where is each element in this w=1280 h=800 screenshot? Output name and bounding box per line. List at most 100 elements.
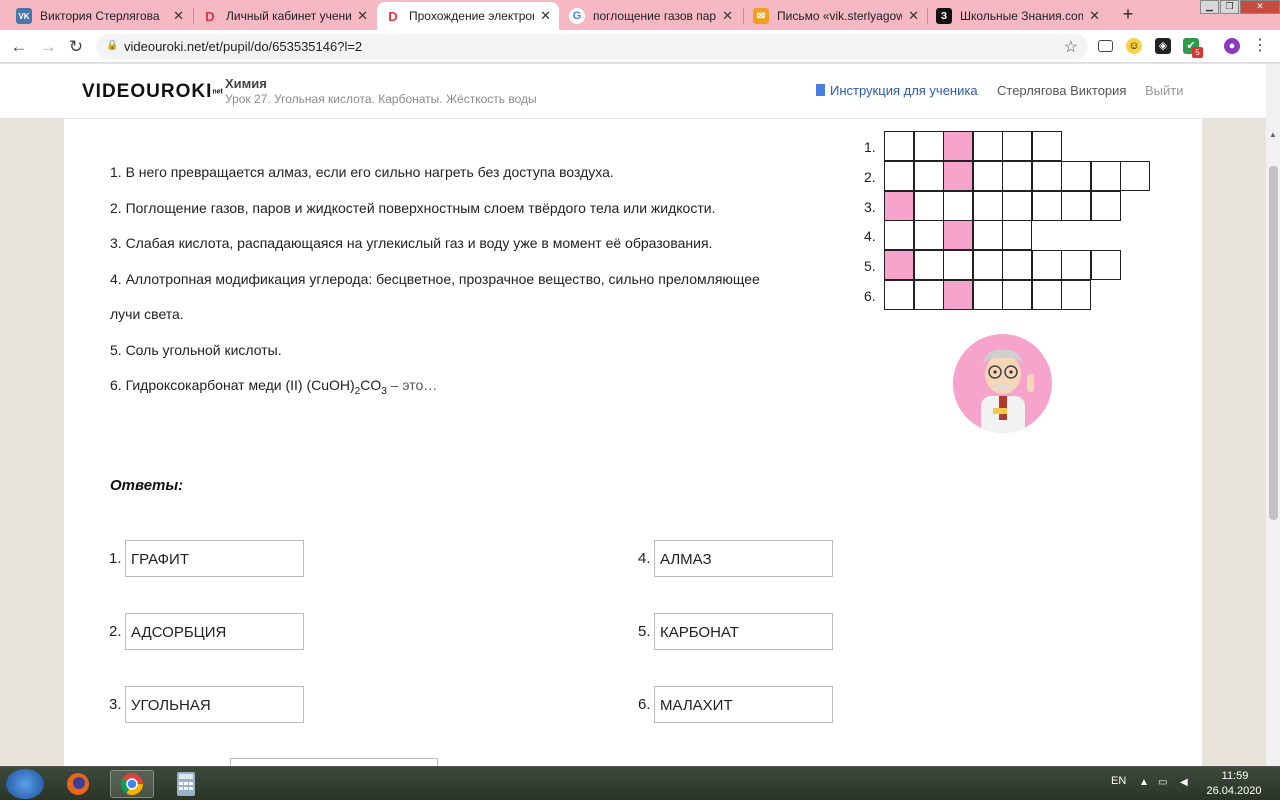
star-icon[interactable]: ☆ [1064,37,1078,57]
chrome-icon [121,773,143,795]
scroll-up-icon[interactable]: ▲ [1269,130,1277,139]
close-icon[interactable]: ✕ [173,8,184,24]
restore-button[interactable]: ❐ [1220,0,1239,14]
firefox-taskbar-icon[interactable] [56,770,100,798]
forward-arrow-icon[interactable]: → [37,36,59,58]
tab-active[interactable]: D Прохождение электронн ✕ [377,2,559,30]
answer-input-6[interactable]: МАЛАХИТ [654,686,833,723]
new-tab-button[interactable]: + [1116,4,1140,26]
answer-input-1[interactable]: ГРАФИТ [125,540,304,577]
clock-time[interactable]: 11:59 [1210,770,1260,782]
start-button[interactable] [6,769,44,799]
menu-dots-icon[interactable]: ⋮ [1252,38,1268,54]
answer-number: 6. [638,696,651,713]
close-icon[interactable]: ✕ [908,8,919,24]
calculator-taskbar-icon[interactable] [164,770,208,798]
answer-input-2[interactable]: АДСОРБЦИЯ [125,613,304,650]
crossword-cell [972,160,1003,191]
crossword-cell [884,131,914,161]
crossword-cell [1031,280,1062,310]
crossword-cell [913,160,944,191]
answer-input-5[interactable]: КАРБОНАТ [654,613,833,650]
answer-input-3[interactable]: УГОЛЬНАЯ [125,686,304,723]
crossword-cell [1031,250,1062,281]
crossword-cell [943,190,973,221]
crossword-cell [1031,131,1062,161]
answers-title: Ответы: [110,477,184,494]
crossword-row-number: 6. [864,288,876,304]
firefox-icon [67,773,89,795]
subject-title: Химия [225,76,267,91]
cast-icon[interactable] [1098,40,1113,52]
tab[interactable]: ✉ Письмо «vik.sterlyagowa2 ✕ [745,2,927,30]
crossword-cell [1061,190,1091,221]
instruction-link[interactable]: Инструкция для ученика [816,83,978,98]
tab-title: Школьные Знания.com - [960,9,1084,23]
crossword-row-number: 3. [864,198,876,215]
q6-prefix: 6. Гидроксокарбонат меди (II) (CuOH) [110,377,355,393]
znanija-icon: З [936,8,952,24]
crossword-cell [1090,250,1121,281]
crossword-cell [1031,160,1062,191]
tab[interactable]: G поглощение газов паров ✕ [561,2,741,30]
site-logo[interactable]: VIDEOUROKInet [82,81,223,103]
crossword-key-cell [943,220,973,251]
mail-icon: ✉ [753,8,769,24]
emoji-extension-icon[interactable]: ☺ [1126,38,1142,54]
answer-number: 3. [109,696,122,713]
crossword-cell [1090,190,1121,221]
user-name[interactable]: Стерлягова Виктория [997,83,1126,98]
question-5: 5. Соль угольной кислоты. [110,342,282,358]
logout-link[interactable]: Выйти [1145,83,1184,98]
scrollbar[interactable]: ▲ [1266,64,1280,766]
tab[interactable]: VK Виктория Стерлягова ✕ [8,2,192,30]
crossword-cell [972,280,1003,310]
crossword-cell [943,250,973,281]
address-bar[interactable]: 🔒 videouroki.net/et/pupil/do/653535146?l… [96,34,1088,59]
close-icon[interactable]: ✕ [357,8,368,24]
profile-avatar[interactable]: ● [1224,38,1240,54]
close-icon[interactable]: ✕ [722,8,733,24]
videouroki-icon: D [388,8,398,24]
lesson-title: Урок 27. Угольная кислота. Карбонаты. Жё… [225,92,537,106]
crossword-row-number: 5. [864,258,876,275]
crossword-cell [972,250,1003,281]
document-icon [816,84,825,96]
volume-icon[interactable]: ◀ [1180,777,1192,789]
logo-suffix: net [212,88,223,96]
next-answer-field-partial[interactable] [230,758,438,766]
answer-number: 2. [109,623,122,640]
crossword-cell [884,280,914,310]
tab-separator [743,8,744,24]
tab[interactable]: З Школьные Знания.com - ✕ [928,2,1108,30]
question-3: 3. Слабая кислота, распадающаяся на угле… [110,235,713,251]
clock-date[interactable]: 26.04.2020 [1206,785,1262,797]
close-window-button[interactable]: ✕ [1240,0,1280,14]
answer-number: 5. [638,623,651,640]
scrollbar-thumb[interactable] [1269,166,1278,520]
browser-toolbar: ← → ↻ 🔒 videouroki.net/et/pupil/do/65353… [0,30,1280,63]
crossword-cell [913,190,944,221]
answer-number: 4. [638,550,651,567]
question-1: 1. В него превращается алмаз, если его с… [110,164,614,180]
chrome-taskbar-icon[interactable] [110,770,154,798]
page-viewport: 1. В него превращается алмаз, если его с… [0,64,1280,766]
cube-extension-icon[interactable]: ◈ [1155,38,1171,54]
tab-title: поглощение газов паров [593,9,717,23]
question-2: 2. Поглощение газов, паров и жидкостей п… [110,200,716,216]
back-arrow-icon[interactable]: ← [8,36,30,58]
close-icon[interactable]: ✕ [540,8,551,24]
answer-input-4[interactable]: АЛМАЗ [654,540,833,577]
tab[interactable]: D Личный кабинет ученика ✕ [194,2,376,30]
google-icon: G [569,8,585,24]
network-icon[interactable]: ▭ [1158,777,1170,789]
language-indicator[interactable]: EN [1111,775,1126,787]
close-icon[interactable]: ✕ [1089,8,1100,24]
minimize-button[interactable]: ▁ [1200,0,1219,14]
q6-mid: CO [360,377,382,393]
content-card: 1. В него превращается алмаз, если его с… [64,119,1202,766]
tab-title: Прохождение электронн [409,9,535,23]
reload-icon[interactable]: ↻ [65,36,87,58]
question-6: 6. Гидроксокарбонат меди (II) (CuOH)2CO3… [110,377,437,397]
tray-expand-icon[interactable]: ▲ [1139,777,1151,789]
